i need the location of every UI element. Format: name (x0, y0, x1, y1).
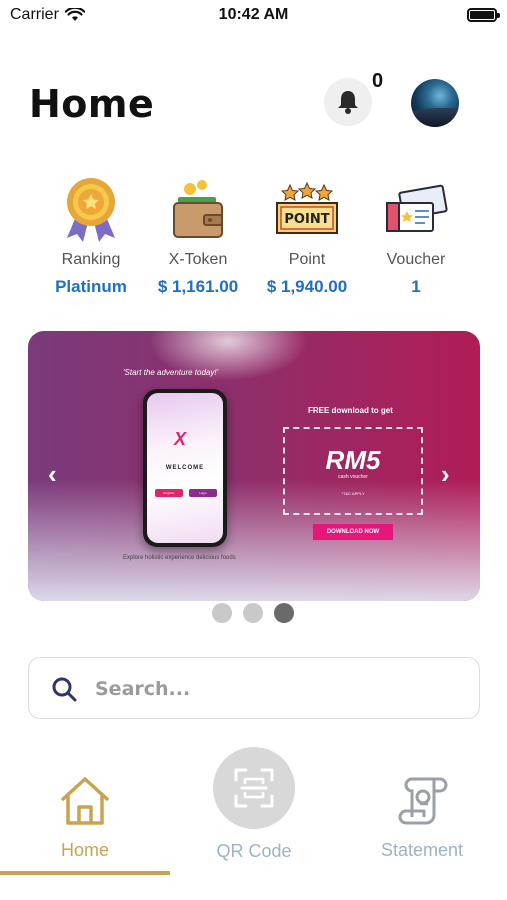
active-tab-indicator (0, 871, 170, 875)
wallet-icon (173, 180, 223, 238)
nav-home-label: Home (60, 840, 109, 860)
nav-statement-label: Statement (380, 840, 464, 860)
stat-value: $ 1,940.00 (266, 277, 348, 296)
download-now-button[interactable]: DOWNLOAD NOW (313, 524, 393, 540)
stat-ranking[interactable]: Ranking Platinum (35, 175, 147, 297)
nav-qr-code[interactable]: QR Code (198, 747, 310, 862)
carousel-pagination (212, 603, 294, 623)
phone-mockup: X WELCOME Register Login (143, 389, 227, 547)
nav-qr-label: QR Code (216, 841, 292, 861)
notification-button[interactable] (324, 78, 372, 126)
qr-scan-icon (234, 768, 274, 808)
battery-icon (467, 8, 500, 22)
banner-explore-text: Explore holistic experience delicious fo… (123, 555, 236, 561)
nav-statement[interactable]: Statement (367, 775, 477, 861)
stat-value: 1 (411, 277, 421, 296)
stat-voucher[interactable]: Voucher 1 (360, 175, 472, 297)
stat-label: X-Token (168, 251, 228, 268)
voucher-subtitle: cash voucher (338, 474, 368, 480)
notification-count: 0 (372, 70, 384, 92)
voucher-tickets-icon (386, 184, 448, 232)
status-bar: Carrier 10:42 AM (0, 0, 507, 30)
stats-row: Ranking Platinum X-Token $ 1,161.00 POIN… (35, 175, 472, 305)
page-title: Home (29, 82, 155, 126)
app-logo: X (174, 429, 187, 449)
nav-home[interactable]: Home (30, 775, 140, 861)
carousel-prev-icon[interactable]: ‹ (48, 459, 57, 490)
terms-text: *T&C APPLY (341, 491, 365, 496)
carousel-dot-active[interactable] (274, 603, 294, 623)
svg-text:POINT: POINT (284, 212, 329, 227)
stat-x-token[interactable]: X-Token $ 1,161.00 (142, 175, 254, 297)
stat-value: Platinum (55, 277, 127, 296)
stat-value: $ 1,161.00 (157, 277, 239, 296)
banner-free-text: FREE download to get (308, 406, 393, 415)
statement-scroll-icon (398, 777, 448, 825)
phone-register-button: Register (155, 489, 183, 497)
ribbon-medal-icon (67, 178, 115, 242)
stat-point[interactable]: POINT Point $ 1,940.00 (251, 175, 363, 297)
promo-banner[interactable]: 'Start the adventure today!' X WELCOME R… (28, 331, 480, 601)
phone-welcome-text: WELCOME (165, 465, 205, 471)
carousel-dot[interactable] (243, 603, 263, 623)
home-icon (61, 777, 109, 825)
bell-icon (338, 91, 358, 114)
carousel-dot[interactable] (212, 603, 232, 623)
voucher-box: RM5 cash voucher *T&C APPLY (283, 427, 423, 515)
banner-tagline: 'Start the adventure today!' (123, 368, 219, 377)
phone-login-button: Login (189, 489, 217, 497)
qr-button[interactable] (213, 747, 295, 829)
search-bar[interactable] (28, 657, 480, 719)
stat-label: Point (288, 251, 326, 268)
bottom-nav: Home QR Code Statement (0, 745, 507, 900)
carousel-next-icon[interactable]: › (441, 459, 450, 490)
search-input[interactable] (95, 673, 455, 705)
avatar[interactable] (411, 79, 459, 127)
point-sign-icon: POINT (276, 181, 338, 234)
stat-label: Ranking (61, 251, 121, 268)
search-icon (52, 677, 77, 702)
status-time: 10:42 AM (218, 6, 289, 23)
stat-label: Voucher (386, 251, 446, 268)
voucher-amount: RM5 (325, 445, 381, 475)
